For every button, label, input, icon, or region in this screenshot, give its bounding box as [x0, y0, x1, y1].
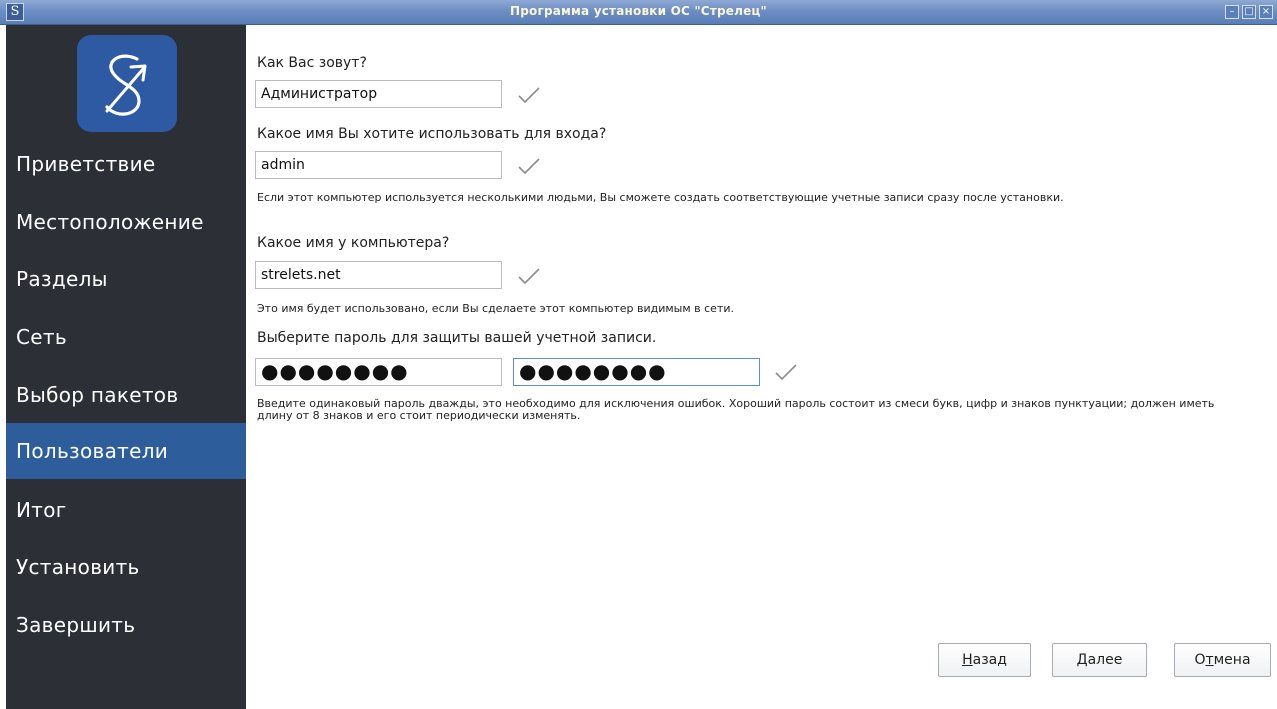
cancel-button-label-start: О — [1194, 652, 1206, 668]
login-hint: Если этот компьютер используется несколь… — [257, 191, 1064, 204]
window-titlebar[interactable]: S Программа установки ОС "Стрелец" – □ × — [0, 0, 1277, 25]
next-button-label: алее — [1087, 652, 1123, 668]
back-button-label: азад — [972, 652, 1007, 668]
minimize-icon[interactable]: – — [1225, 5, 1239, 19]
sidebar-item-packages[interactable]: Выбор пакетов — [6, 367, 246, 423]
login-field[interactable] — [255, 151, 502, 179]
password-hint: Введите одинаковый пароль дважды, это не… — [257, 397, 1215, 422]
password-field[interactable]: ●●●●●●●● — [255, 358, 502, 386]
strelets-logo — [77, 35, 177, 132]
window-title: Программа установки ОС "Стрелец" — [510, 4, 767, 18]
sidebar-item-finish[interactable]: Завершить — [6, 597, 246, 653]
next-button-mnemonic: Д — [1076, 652, 1088, 668]
back-button[interactable]: Назад — [938, 643, 1031, 677]
next-button[interactable]: Далее — [1052, 643, 1147, 677]
sidebar-item-summary[interactable]: Итог — [6, 482, 246, 538]
users-page: Как Вас зовут? Какое имя Вы хотите испол… — [246, 25, 1277, 709]
sidebar-item-install[interactable]: Установить — [6, 539, 246, 595]
hostname-field[interactable] — [255, 261, 502, 289]
cancel-button-mnemonic: т — [1205, 652, 1214, 668]
sidebar-item-location[interactable]: Местоположение — [6, 194, 246, 250]
hostname-label: Какое имя у компьютера? — [257, 235, 450, 251]
checkmark-icon — [516, 85, 542, 105]
cancel-button[interactable]: Отмена — [1174, 643, 1271, 677]
window-controls: – □ × — [1225, 5, 1273, 19]
sidebar-item-users[interactable]: Пользователи — [6, 423, 246, 479]
full-name-label: Как Вас зовут? — [257, 55, 367, 71]
password-label: Выберите пароль для защиты вашей учетной… — [257, 330, 657, 346]
full-name-field[interactable] — [255, 80, 502, 108]
sidebar-item-welcome[interactable]: Приветствие — [6, 136, 246, 192]
sidebar: Приветствие Местоположение Разделы Сеть … — [6, 25, 246, 709]
cancel-button-label: мена — [1213, 652, 1251, 668]
close-icon[interactable]: × — [1259, 5, 1273, 19]
back-button-mnemonic: Н — [962, 652, 973, 668]
sidebar-item-network[interactable]: Сеть — [6, 309, 246, 365]
login-label: Какое имя Вы хотите использовать для вхо… — [257, 126, 607, 142]
checkmark-icon — [773, 362, 799, 382]
password-confirm-field[interactable]: ●●●●●●●● — [513, 358, 760, 386]
hostname-hint: Это имя будет использовано, если Вы сдел… — [257, 302, 735, 315]
maximize-icon[interactable]: □ — [1242, 5, 1256, 19]
sidebar-item-partitions[interactable]: Разделы — [6, 251, 246, 307]
checkmark-icon — [516, 266, 542, 286]
checkmark-icon — [516, 156, 542, 176]
